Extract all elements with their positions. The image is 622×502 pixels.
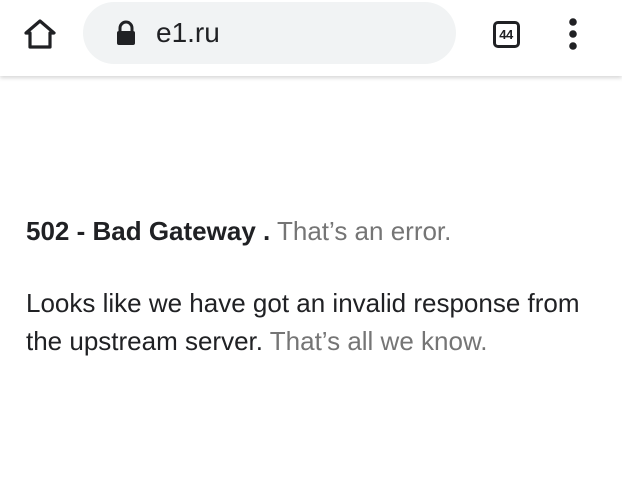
- more-vert-icon: [569, 18, 577, 50]
- error-code: 502 - Bad Gateway .: [26, 216, 271, 246]
- tab-count: 44: [499, 26, 513, 42]
- home-button[interactable]: [18, 12, 62, 56]
- home-icon: [24, 19, 56, 49]
- menu-button[interactable]: [556, 12, 590, 56]
- tab-count-icon: 44: [492, 20, 520, 48]
- error-suffix: That’s an error.: [277, 216, 452, 246]
- error-heading: 502 - Bad Gateway . That’s an error.: [26, 212, 596, 250]
- error-description: Looks like we have got an invalid respon…: [26, 284, 596, 360]
- lock-icon: [117, 20, 135, 45]
- description-suffix: That’s all we know.: [269, 326, 488, 356]
- tab-switcher-button[interactable]: 44: [484, 12, 528, 56]
- error-content: 502 - Bad Gateway . That’s an error. Loo…: [26, 212, 596, 360]
- browser-toolbar: e1.ru 44: [0, 0, 622, 76]
- address-bar[interactable]: e1.ru: [83, 2, 456, 64]
- url-text: e1.ru: [156, 17, 220, 48]
